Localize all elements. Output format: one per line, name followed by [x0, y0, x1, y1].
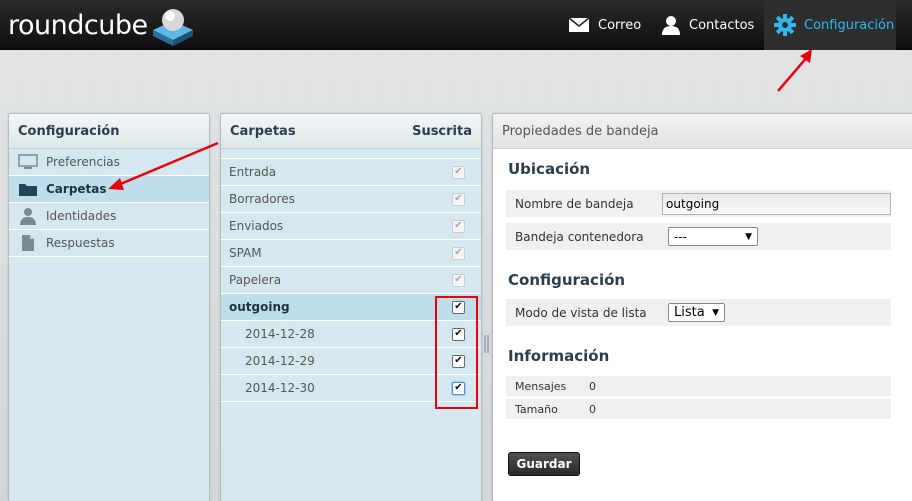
logo-text: roundcube [8, 9, 148, 41]
section-responses[interactable]: Respuestas [9, 230, 209, 257]
subscribed-column-header: Suscrita [412, 123, 472, 139]
subscribe-checkbox: ✔ [452, 273, 465, 287]
panel-resize-handle[interactable] [484, 335, 489, 353]
folder-name-input[interactable]: outgoing [662, 192, 891, 215]
info-heading: Información [508, 347, 610, 365]
messages-label: Mensajes [515, 379, 567, 393]
folder-name-label: Nombre de bandeja [515, 196, 634, 211]
settings-sections-panel: Configuración Preferencias Carpetas Iden… [8, 113, 210, 501]
folder-row-papelera[interactable]: Papelera ✔ [221, 267, 481, 294]
folder-list-spacer [221, 149, 481, 159]
person-icon [18, 207, 46, 225]
folder-name: Borradores [229, 192, 295, 206]
sections-panel-title: Configuración [18, 123, 120, 139]
top-bar: roundcube Correo Contactos Configuración [0, 0, 912, 50]
gear-icon [774, 14, 796, 36]
annotation-highlight-box [435, 296, 478, 409]
size-row: Tamaño 0 [506, 399, 891, 419]
view-mode-select[interactable]: Lista ▼ [668, 303, 725, 322]
location-heading: Ubicación [508, 160, 591, 178]
folders-panel-header: Carpetas Suscrita [221, 114, 481, 149]
sections-panel-header: Configuración [9, 114, 209, 149]
folder-row-spam[interactable]: SPAM ✔ [221, 240, 481, 267]
nav-contacts-label: Contactos [689, 17, 755, 33]
messages-value: 0 [589, 379, 596, 393]
folder-name: 2014-12-28 [245, 327, 315, 341]
section-identities[interactable]: Identidades [9, 203, 209, 230]
view-mode-label: Modo de vista de lista [515, 305, 647, 320]
folder-name: 2014-12-29 [245, 354, 315, 368]
size-value: 0 [589, 402, 596, 416]
subscribe-checkbox: ✔ [452, 219, 465, 233]
section-preferences[interactable]: Preferencias [9, 149, 209, 176]
save-button[interactable]: Guardar [508, 452, 580, 476]
folders-panel-title: Carpetas [230, 123, 296, 139]
nav-settings-label: Configuración [804, 17, 895, 33]
parent-folder-select[interactable]: --- ▼ [668, 227, 758, 246]
folder-name: SPAM [229, 246, 262, 260]
monitor-icon [18, 154, 46, 170]
view-mode-value: Lista [674, 305, 705, 320]
size-label: Tamaño [515, 402, 558, 416]
roundcube-logo[interactable]: roundcube [8, 4, 195, 46]
envelope-icon [568, 17, 590, 33]
nav-contacts[interactable]: Contactos [661, 0, 754, 50]
annotation-arrow-settings [777, 55, 809, 92]
folder-row-entrada[interactable]: Entrada ✔ [221, 159, 481, 186]
parent-folder-label: Bandeja contenedora [515, 229, 644, 244]
folder-name: Entrada [229, 165, 277, 179]
parent-folder-value: --- [674, 229, 687, 244]
section-label: Carpetas [46, 182, 107, 196]
section-folders[interactable]: Carpetas [9, 176, 209, 203]
parent-folder-row: Bandeja contenedora --- ▼ [506, 223, 891, 250]
annotation-arrowhead-settings [800, 49, 812, 63]
folder-name: Papelera [229, 273, 282, 287]
dropdown-arrow-icon: ▼ [712, 307, 719, 318]
folder-row-enviados[interactable]: Enviados ✔ [221, 213, 481, 240]
messages-row: Mensajes 0 [506, 376, 891, 396]
subscribe-checkbox: ✔ [452, 246, 465, 260]
nav-settings[interactable]: Configuración [764, 0, 896, 50]
view-mode-row: Modo de vista de lista Lista ▼ [506, 299, 891, 326]
dropdown-arrow-icon: ▼ [745, 231, 752, 242]
logo-box-icon [151, 4, 195, 46]
document-icon [18, 234, 46, 252]
properties-panel-header: Propiedades de bandeja [493, 114, 912, 149]
properties-panel-title: Propiedades de bandeja [502, 123, 659, 139]
person-icon [661, 15, 681, 35]
subscribe-checkbox: ✔ [452, 165, 465, 179]
nav-mail-label: Correo [598, 17, 642, 33]
folder-name: outgoing [229, 300, 290, 314]
folder-icon [18, 181, 46, 197]
config-heading: Configuración [508, 271, 626, 289]
folder-name: 2014-12-30 [245, 381, 315, 395]
section-label: Identidades [46, 209, 117, 223]
nav-mail[interactable]: Correo [568, 0, 641, 50]
folder-name-row: Nombre de bandeja outgoing [506, 190, 891, 217]
folder-name: Enviados [229, 219, 284, 233]
folder-row-borradores[interactable]: Borradores ✔ [221, 186, 481, 213]
section-label: Preferencias [46, 155, 120, 169]
folder-properties-panel: Propiedades de bandeja Ubicación Nombre … [492, 113, 912, 501]
section-label: Respuestas [46, 236, 115, 250]
subscribe-checkbox: ✔ [452, 192, 465, 206]
